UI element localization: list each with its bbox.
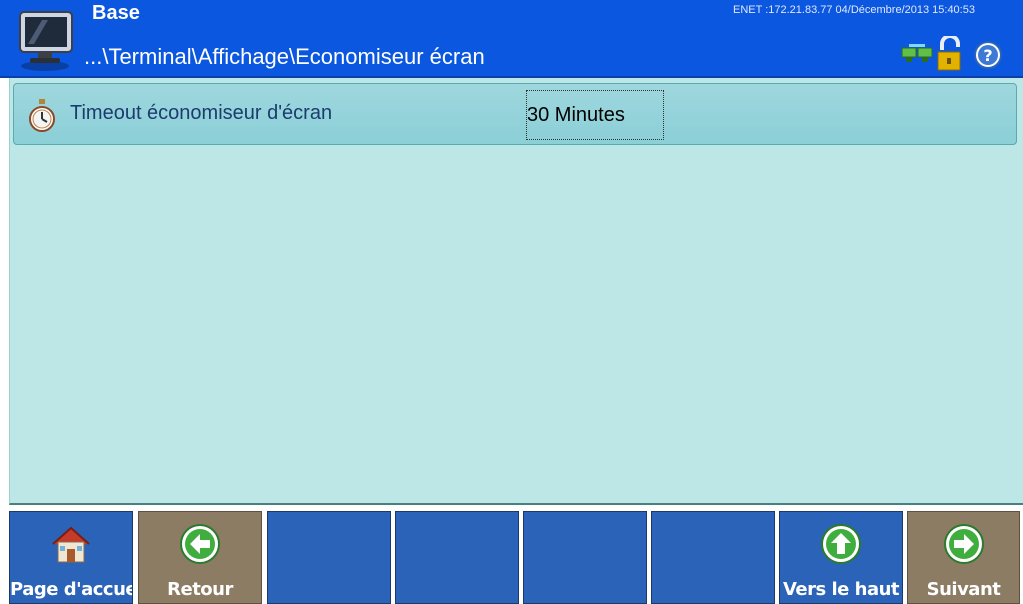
setting-row-screensaver-timeout[interactable]: Timeout économiseur d'écran 30 Minutes <box>13 83 1017 145</box>
arrow-up-icon <box>821 524 861 564</box>
arrow-left-icon <box>180 524 220 564</box>
scroll-up-button-label: Vers le haut <box>782 579 900 600</box>
softkey-empty-3[interactable] <box>267 511 391 604</box>
back-button-label: Retour <box>167 579 233 600</box>
home-button[interactable]: Page d'accueil <box>9 511 133 604</box>
page-title: Base <box>92 2 140 24</box>
help-icon[interactable]: ? <box>974 41 1002 69</box>
softkey-empty-6[interactable] <box>651 511 775 604</box>
monitor-icon <box>19 11 73 71</box>
setting-label: Timeout économiseur d'écran <box>70 102 333 124</box>
settings-panel: Timeout économiseur d'écran 30 Minutes <box>9 78 1023 505</box>
next-button-label: Suivant <box>926 579 1001 600</box>
network-icon <box>901 44 933 62</box>
status-text: ENET :172.21.83.77 04/Décembre/2013 15:4… <box>733 4 975 16</box>
arrow-right-icon <box>943 524 984 564</box>
home-icon <box>52 526 90 563</box>
unlock-icon[interactable] <box>937 36 961 71</box>
home-button-label: Page d'accueil <box>10 579 132 600</box>
softkey-empty-4[interactable] <box>395 511 519 604</box>
scroll-up-button[interactable]: Vers le haut <box>779 511 903 604</box>
back-button[interactable]: Retour <box>138 511 262 604</box>
status-icons: ? <box>901 36 1002 71</box>
svg-text:?: ? <box>983 46 992 65</box>
header-bar: Base ...\Terminal\Affichage\Economiseur … <box>0 0 1023 78</box>
stopwatch-icon <box>29 99 55 132</box>
breadcrumb: ...\Terminal\Affichage\Economiseur écran <box>84 44 485 69</box>
screensaver-timeout-value-field[interactable]: 30 Minutes <box>526 90 664 140</box>
next-button[interactable]: Suivant <box>907 511 1020 604</box>
softkey-bar: Page d'accueil Retour Vers le haut Suiva… <box>0 507 1023 604</box>
softkey-empty-5[interactable] <box>523 511 647 604</box>
